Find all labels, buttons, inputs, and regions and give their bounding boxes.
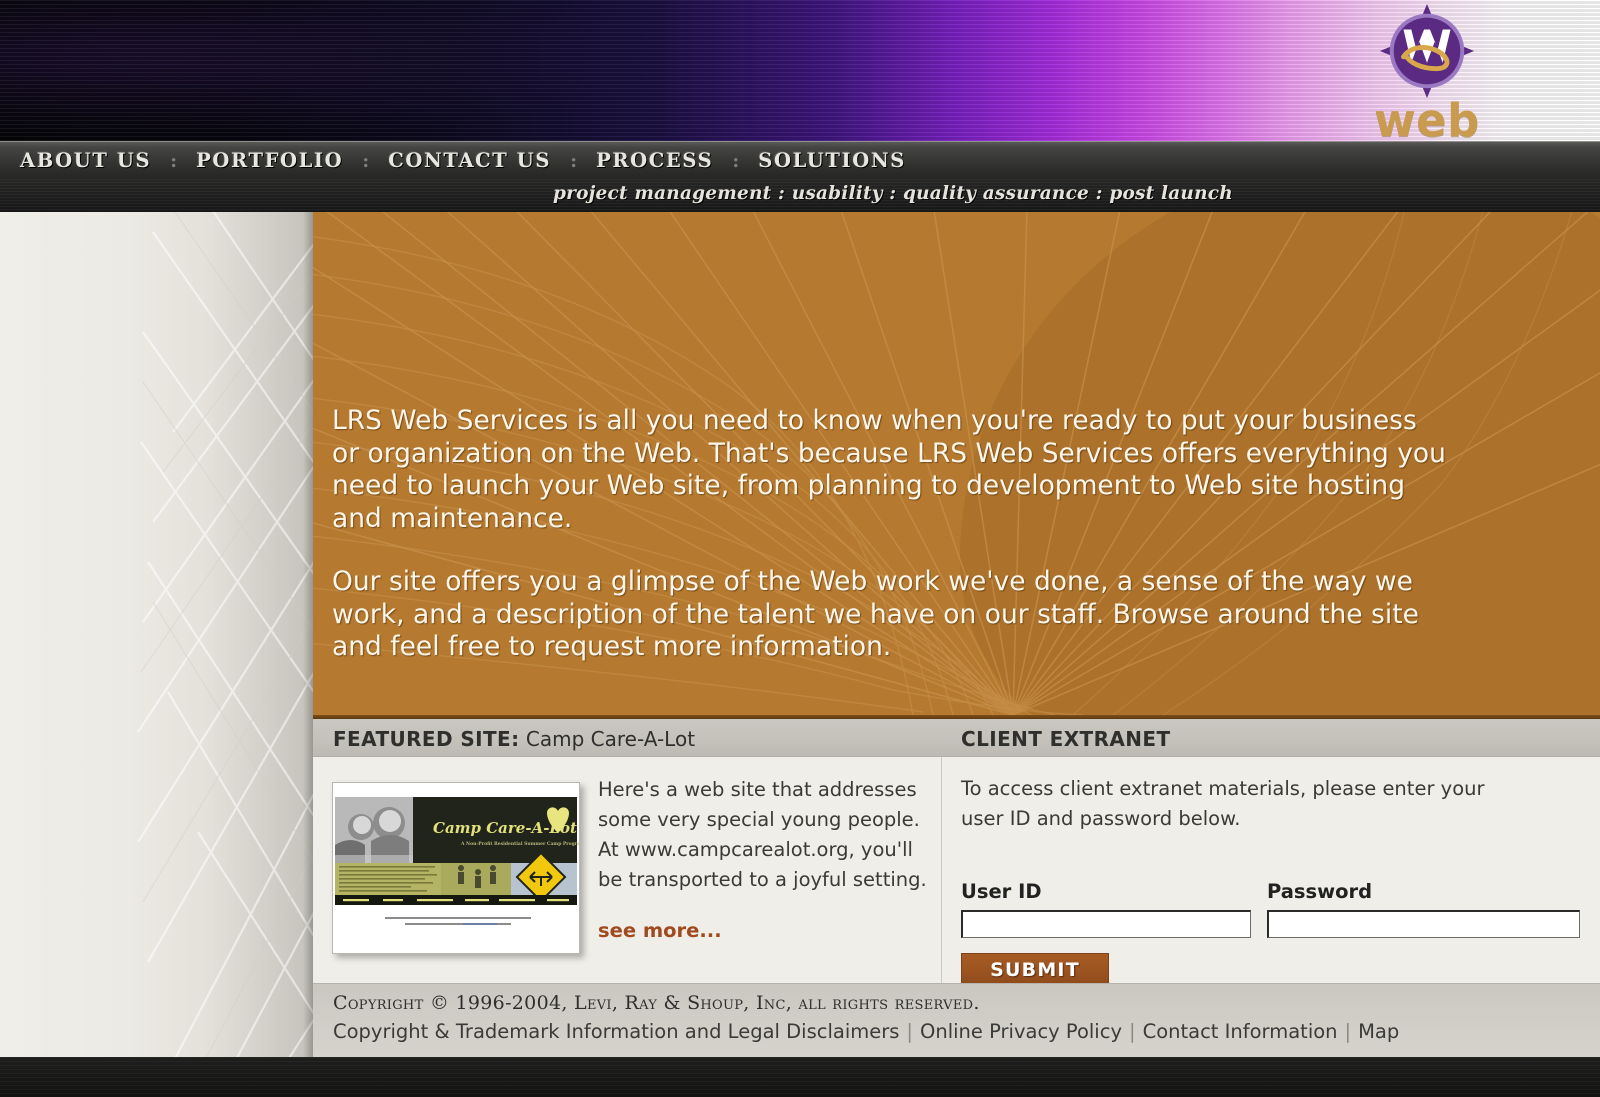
web-page: web services LEVI, RAY & SHOUP, INC ABOU… (0, 0, 1600, 1097)
gutter-shadow (303, 212, 313, 1057)
footer-link-2[interactable]: Online Privacy Policy (920, 1020, 1122, 1043)
main-navigation: ABOUT US: PORTFOLIO: CONTACT US: PROCESS: SO… (0, 141, 1600, 188)
featured-site-thumbnail[interactable]: Camp Care-A-Lot A Non-Profit Residential… (332, 782, 580, 954)
footer-link-1[interactable]: Copyright & Trademark Information and Le… (333, 1020, 899, 1043)
user-id-input[interactable] (961, 910, 1251, 938)
bottom-bar-scanlines (0, 1057, 1600, 1097)
nav-separator: : (362, 149, 370, 172)
nav-separator: : (570, 149, 578, 172)
featured-site-name: Camp Care-A-Lot (525, 727, 696, 751)
page-body: LRS Web Services is all you need to know… (0, 212, 1600, 1057)
nav-separator: : (732, 149, 740, 172)
see-more-link[interactable]: see more... (598, 919, 722, 942)
submit-button[interactable]: SUBMIT (961, 953, 1109, 987)
nav-item-solutions[interactable]: SOLUTIONS (756, 149, 908, 172)
extranet-instructions: To access client extranet materials, ple… (961, 777, 1485, 830)
password-input[interactable] (1267, 910, 1580, 938)
client-extranet-title: CLIENT EXTRANET (961, 727, 1171, 751)
featured-site-label: FEATURED SITE: (333, 727, 520, 751)
bottom-bar (0, 1057, 1600, 1097)
page-footer: Copyright © 1996-2004, Levi, Ray & Shoup… (313, 983, 1600, 1057)
camp-care-a-lot-screenshot-icon: Camp Care-A-Lot A Non-Profit Residential… (333, 783, 579, 953)
featured-site-description: Here's a web site that addresses some ve… (598, 778, 927, 891)
copyright-notice: Copyright © 1996-2004, Levi, Ray & Shoup… (333, 992, 980, 1014)
subnav-tagline: project management : usability : quality… (553, 183, 1233, 204)
sub-navigation-bar: project management : usability : quality… (0, 179, 1600, 212)
footer-link-3[interactable]: Contact Information (1143, 1020, 1338, 1043)
hero-copy: LRS Web Services is all you need to know… (332, 405, 1452, 664)
nav-items-container: ABOUT US: PORTFOLIO: CONTACT US: PROCESS: SO… (0, 142, 1600, 188)
lrs-w-emblem-icon (1378, 2, 1476, 100)
hero-paragraph-2: Our site offers you a glimpse of the Web… (332, 566, 1419, 662)
featured-site-panel: Camp Care-A-Lot A Non-Profit Residential… (313, 757, 941, 983)
mesh-pattern-decoration (137, 212, 313, 1057)
hero-banner: LRS Web Services is all you need to know… (313, 212, 1600, 715)
nav-separator: : (170, 149, 178, 172)
client-extranet-panel: To access client extranet materials, ple… (942, 757, 1600, 987)
banner-glow (0, 0, 700, 141)
footer-link-separator: | (1129, 1020, 1136, 1043)
footer-link-4[interactable]: Map (1358, 1020, 1399, 1043)
footer-link-separator: | (1344, 1020, 1352, 1043)
nav-item-about-us[interactable]: ABOUT US (18, 149, 153, 172)
nav-item-portfolio[interactable]: PORTFOLIO (194, 149, 345, 172)
password-label: Password (1267, 880, 1373, 903)
footer-links: Copyright & Trademark Information and Le… (333, 1020, 1399, 1043)
footer-link-separator: | (906, 1020, 913, 1043)
svg-text:A Non-Profit Residential Summe: A Non-Profit Residential Summer Camp Pro… (460, 841, 579, 847)
nav-item-process[interactable]: PROCESS (594, 149, 715, 188)
content-panels: FEATURED SITE: Camp Care-A-Lot CLIENT EX… (313, 719, 1600, 987)
user-id-label: User ID (961, 880, 1042, 903)
hero-paragraph-1: LRS Web Services is all you need to know… (332, 405, 1446, 534)
featured-site-title: FEATURED SITE: Camp Care-A-Lot (333, 727, 695, 751)
left-gutter (0, 212, 313, 1057)
nav-item-contact-us[interactable]: CONTACT US (386, 149, 553, 172)
